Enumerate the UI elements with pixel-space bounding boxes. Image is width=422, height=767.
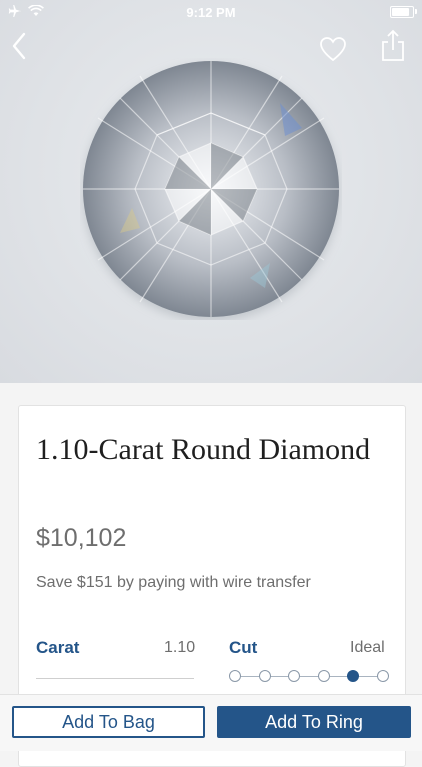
cut-scale-dot[interactable] bbox=[229, 670, 241, 682]
add-to-bag-button[interactable]: Add To Bag bbox=[12, 706, 205, 738]
carat-divider bbox=[36, 678, 194, 679]
cut-label: Cut bbox=[229, 638, 258, 657]
wire-transfer-savings-note: Save $151 by paying with wire transfer bbox=[36, 574, 311, 591]
product-price: $10,102 bbox=[36, 524, 127, 552]
bottom-action-bar: Add To Bag Add To Ring bbox=[0, 694, 422, 751]
status-time: 9:12 PM bbox=[186, 5, 236, 20]
diamond-image[interactable] bbox=[80, 58, 342, 320]
cut-grade-scale[interactable] bbox=[229, 670, 389, 684]
cut-scale-dot[interactable] bbox=[259, 670, 271, 682]
cut-scale-line bbox=[235, 676, 383, 677]
product-image-area[interactable]: 9:12 PM bbox=[0, 0, 422, 383]
add-to-ring-button[interactable]: Add To Ring bbox=[217, 706, 411, 738]
status-bar: 9:12 PM bbox=[0, 0, 422, 24]
favorite-button[interactable] bbox=[318, 34, 348, 64]
battery-level bbox=[392, 8, 410, 16]
share-button[interactable] bbox=[378, 28, 408, 64]
back-button[interactable] bbox=[6, 28, 36, 64]
cut-scale-dot[interactable] bbox=[318, 670, 330, 682]
share-icon bbox=[382, 29, 404, 61]
heart-icon bbox=[320, 37, 346, 62]
cut-value: Ideal bbox=[350, 639, 385, 656]
cut-scale-dot[interactable] bbox=[347, 670, 359, 682]
product-title: 1.10-Carat Round Diamond bbox=[36, 433, 371, 466]
carat-label: Carat bbox=[36, 638, 80, 657]
cut-scale-dot[interactable] bbox=[377, 670, 389, 682]
back-chevron-icon bbox=[12, 32, 26, 60]
carat-value: 1.10 bbox=[164, 639, 196, 656]
battery-icon bbox=[390, 6, 417, 18]
cut-scale-dot[interactable] bbox=[288, 670, 300, 682]
